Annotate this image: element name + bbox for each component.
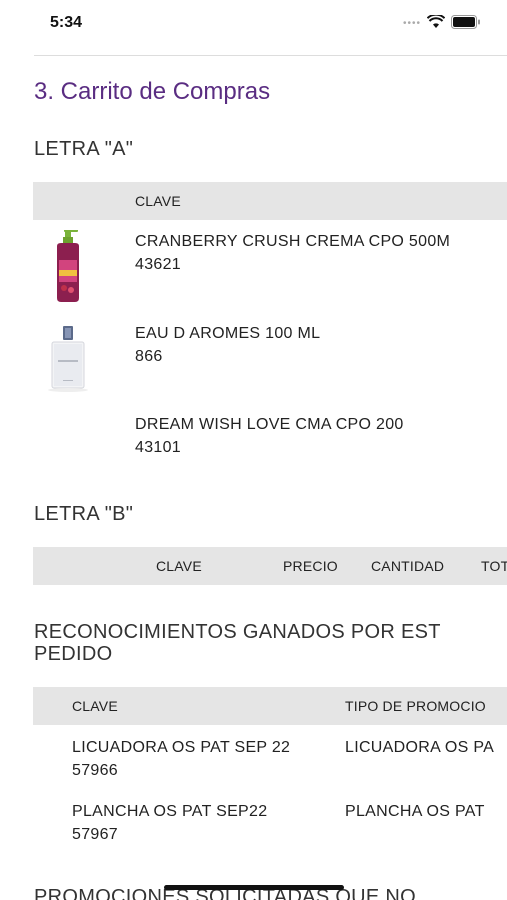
item-name: CRANBERRY CRUSH CREMA CPO 500M bbox=[135, 233, 451, 250]
letter-a-heading: LETRA "A" bbox=[34, 138, 134, 160]
reward-code: 57967 bbox=[72, 826, 118, 843]
letter-a-table-header: CLAVE bbox=[33, 182, 507, 220]
column-header-tipo-promocion: TIPO DE PROMOCIO bbox=[345, 698, 486, 714]
rewards-row[interactable]: LICUADORA OS PAT SEP 22 57966 LICUADORA … bbox=[33, 734, 507, 790]
rewards-heading-line1: RECONOCIMIENTOS GANADOS POR EST bbox=[34, 621, 441, 643]
cart-item[interactable]: DREAM WISH LOVE CMA CPO 200 43101 bbox=[33, 411, 507, 471]
rewards-heading-line2: PEDIDO bbox=[34, 643, 113, 665]
status-icons: •••• bbox=[403, 14, 481, 29]
battery-icon bbox=[451, 14, 481, 29]
reward-promo: LICUADORA OS PA bbox=[345, 739, 495, 756]
item-name: EAU D AROMES 100 ML bbox=[135, 325, 321, 342]
reward-promo: PLANCHA OS PAT bbox=[345, 803, 485, 820]
cart-title: 3. Carrito de Compras bbox=[34, 78, 271, 105]
rewards-table-header: CLAVE TIPO DE PROMOCIO bbox=[33, 687, 507, 725]
status-time: 5:34 bbox=[50, 14, 83, 31]
item-code: 866 bbox=[135, 348, 163, 365]
wifi-icon bbox=[427, 14, 445, 29]
cart-scroll-area[interactable]: 3. Carrito de Compras LETRA "A" CLAVE CR… bbox=[0, 56, 507, 900]
home-indicator[interactable] bbox=[164, 885, 344, 890]
item-name: DREAM WISH LOVE CMA CPO 200 bbox=[135, 416, 404, 433]
column-header-cantidad: CANTIDAD bbox=[371, 558, 445, 574]
lotion-bottle-image bbox=[51, 229, 85, 302]
reward-name: PLANCHA OS PAT SEP22 bbox=[72, 803, 268, 820]
item-code: 43101 bbox=[135, 439, 181, 456]
rewards-heading: RECONOCIMIENTOS GANADOS POR EST PEDIDO bbox=[34, 621, 441, 665]
signal-icon: •••• bbox=[402, 18, 421, 29]
cart-item[interactable]: CRANBERRY CRUSH CREMA CPO 500M 43621 bbox=[33, 228, 507, 308]
reward-code: 57966 bbox=[72, 762, 118, 779]
letter-b-heading: LETRA "B" bbox=[34, 503, 134, 525]
column-header-precio: PRECIO bbox=[283, 558, 338, 574]
column-header-clave: CLAVE bbox=[72, 698, 118, 714]
letter-b-table-header: CLAVE PRECIO CANTIDAD TOT bbox=[33, 547, 507, 585]
cart-item[interactable]: EAU D AROMES 100 ML 866 bbox=[33, 320, 507, 400]
item-code: 43621 bbox=[135, 256, 181, 273]
reward-name: LICUADORA OS PAT SEP 22 bbox=[72, 739, 291, 756]
rewards-row[interactable]: PLANCHA OS PAT SEP22 57967 PLANCHA OS PA… bbox=[33, 798, 507, 854]
column-header-total: TOT bbox=[481, 558, 507, 574]
column-header-clave: CLAVE bbox=[135, 193, 181, 209]
status-bar: 5:34 •••• bbox=[0, 0, 507, 46]
column-header-clave: CLAVE bbox=[156, 558, 202, 574]
perfume-bottle-image bbox=[43, 326, 93, 396]
